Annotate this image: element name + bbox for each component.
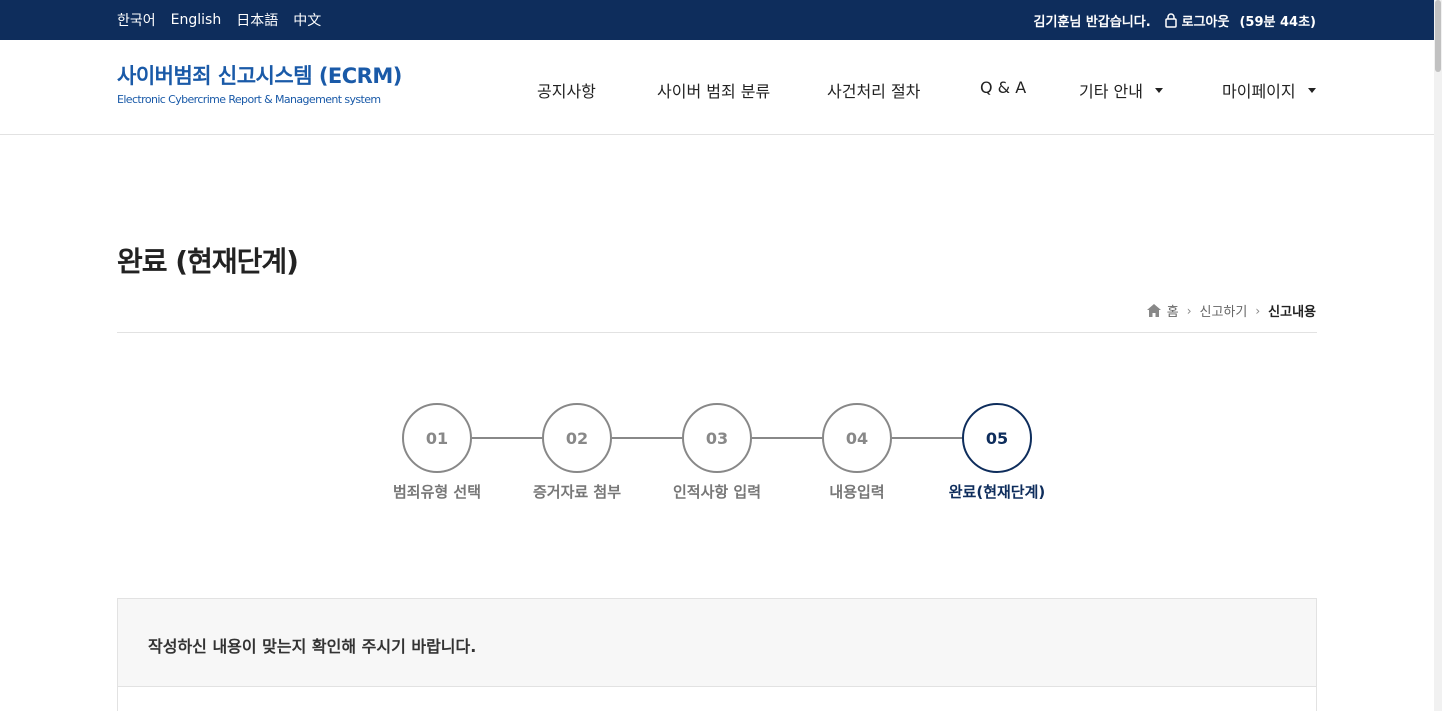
step-1-label: 범죄유형 선택 bbox=[392, 483, 482, 501]
nav-other-info-label: 기타 안내 bbox=[1079, 82, 1143, 101]
user-greeting: 김기훈님 반갑습니다. bbox=[1033, 14, 1151, 30]
nav-mypage[interactable]: 마이페이지 bbox=[1222, 78, 1316, 102]
breadcrumb-report[interactable]: 신고하기 bbox=[1200, 301, 1248, 320]
site-logo[interactable]: 사이버범죄 신고시스템 (ECRM) Electronic Cybercrime… bbox=[117, 60, 402, 106]
nav-mypage-label: 마이페이지 bbox=[1222, 82, 1296, 101]
content-panel bbox=[117, 687, 1317, 711]
chevron-right-icon: › bbox=[1255, 303, 1261, 318]
breadcrumb-home[interactable]: 홈 bbox=[1167, 301, 1179, 320]
step-1-circle: 01 bbox=[402, 403, 472, 473]
step-2-label: 증거자료 첨부 bbox=[532, 483, 622, 501]
step-connector bbox=[752, 437, 822, 439]
breadcrumb: 홈 › 신고하기 › 신고내용 bbox=[1146, 301, 1316, 320]
breadcrumb-current: 신고내용 bbox=[1268, 305, 1316, 320]
user-box: 김기훈님 반갑습니다. 로그아웃 (59분 44초) bbox=[1034, 0, 1316, 40]
step-5-label: 완료(현재단계) bbox=[948, 483, 1046, 501]
step-connector bbox=[892, 437, 962, 439]
logout-button[interactable]: 로그아웃 bbox=[1182, 11, 1230, 30]
lang-english[interactable]: English bbox=[171, 12, 222, 28]
lang-japanese[interactable]: 日本語 bbox=[236, 10, 278, 30]
confirm-notice-box: 작성하신 내용이 맞는지 확인해 주시기 바랍니다. bbox=[117, 598, 1317, 687]
session-timer: (59분 44초) bbox=[1239, 14, 1316, 30]
home-icon[interactable] bbox=[1146, 304, 1161, 317]
chevron-right-icon: › bbox=[1186, 303, 1192, 318]
nav-notice[interactable]: 공지사항 bbox=[537, 78, 596, 102]
page-title: 완료 (현재단계) bbox=[117, 245, 299, 278]
top-bar: 한국어 English 日本語 中文 김기훈님 반갑습니다. 로그아웃 (59분… bbox=[0, 0, 1442, 40]
step-2-circle: 02 bbox=[542, 403, 612, 473]
page-scrollbar[interactable] bbox=[1434, 0, 1442, 711]
lock-icon bbox=[1164, 12, 1179, 28]
nav-qna[interactable]: Q & A bbox=[980, 78, 1026, 97]
step-3-circle: 03 bbox=[682, 403, 752, 473]
step-5-circle: 05 bbox=[962, 403, 1032, 473]
title-divider bbox=[117, 332, 1317, 333]
site-header: 사이버범죄 신고시스템 (ECRM) Electronic Cybercrime… bbox=[0, 40, 1442, 135]
step-connector bbox=[472, 437, 542, 439]
step-connector bbox=[612, 437, 682, 439]
logo-subtitle: Electronic Cybercrime Report & Managemen… bbox=[117, 93, 381, 106]
caret-down-icon bbox=[1307, 87, 1316, 93]
step-4-circle: 04 bbox=[822, 403, 892, 473]
lang-chinese[interactable]: 中文 bbox=[293, 10, 321, 30]
logo-title: 사이버범죄 신고시스템 (ECRM) bbox=[117, 64, 402, 88]
language-selector: 한국어 English 日本語 中文 bbox=[117, 0, 321, 40]
nav-crime-classification[interactable]: 사이버 범죄 분류 bbox=[657, 78, 770, 102]
step-4-label: 내용입력 bbox=[829, 483, 885, 501]
step-3-label: 인적사항 입력 bbox=[672, 483, 762, 501]
caret-down-icon bbox=[1154, 87, 1163, 93]
nav-other-info[interactable]: 기타 안내 bbox=[1079, 78, 1163, 102]
nav-case-procedure[interactable]: 사건처리 절차 bbox=[827, 78, 920, 102]
scrollbar-thumb[interactable] bbox=[1435, 0, 1441, 72]
confirm-notice-text: 작성하신 내용이 맞는지 확인해 주시기 바랍니다. bbox=[148, 637, 477, 656]
lang-korean[interactable]: 한국어 bbox=[117, 10, 156, 30]
